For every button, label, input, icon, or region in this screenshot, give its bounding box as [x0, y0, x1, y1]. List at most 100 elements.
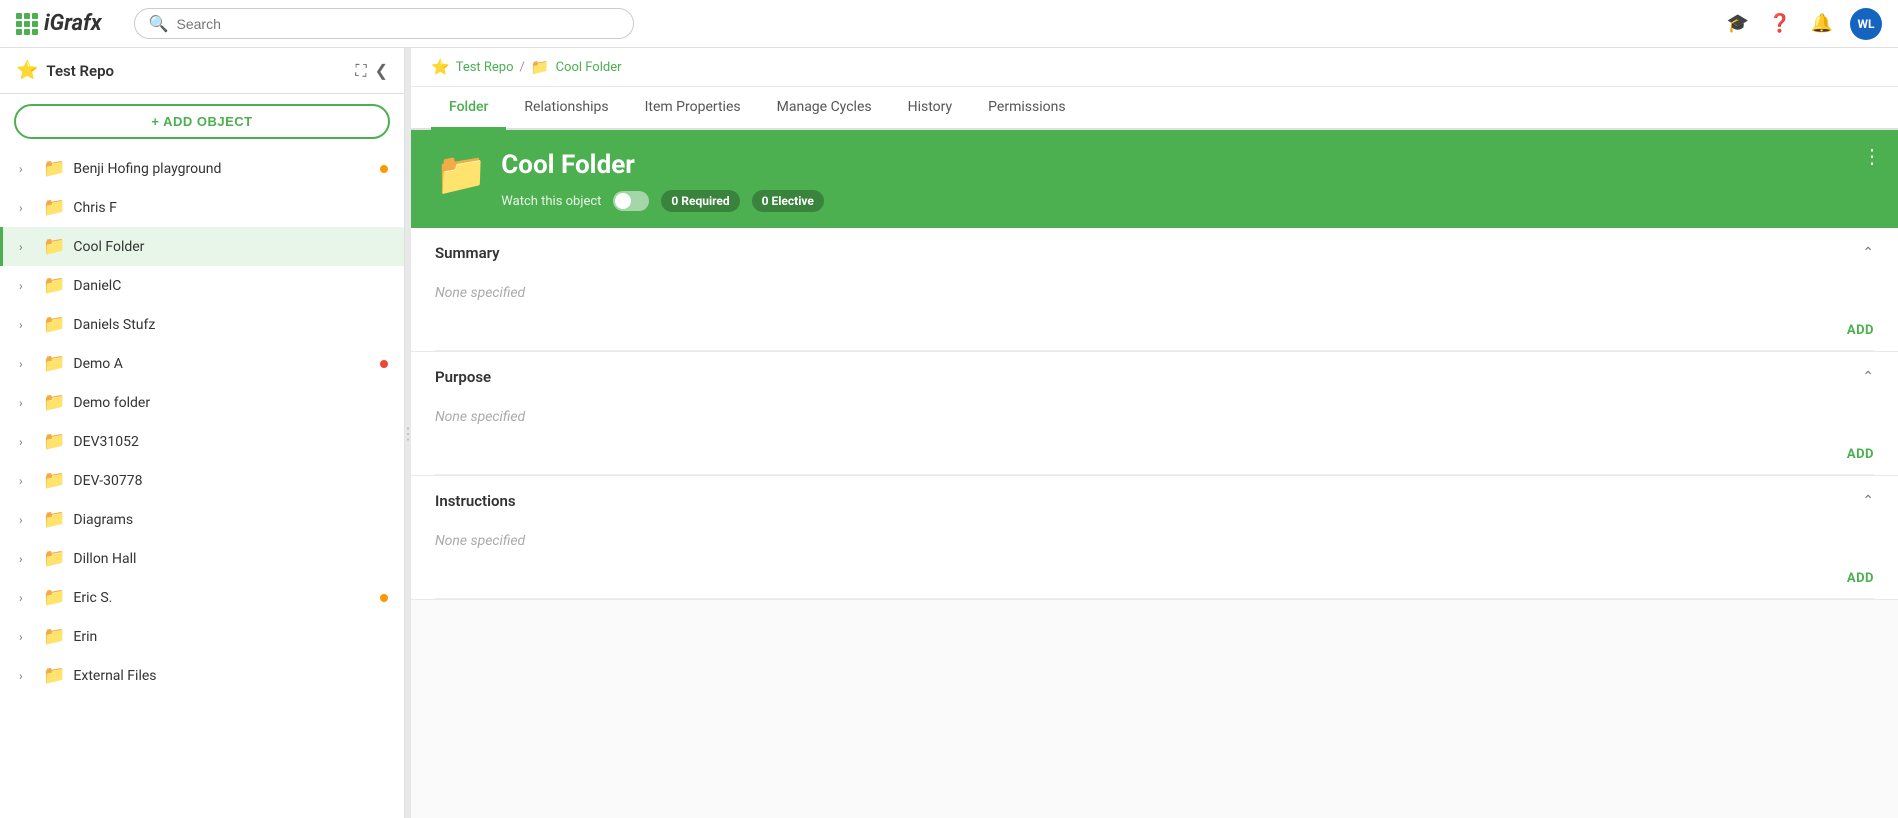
chevron-icon: ›	[19, 552, 33, 566]
breadcrumb-repo-icon: ⭐	[431, 58, 450, 76]
item-label: Dillon Hall	[73, 551, 388, 567]
sidebar-repo-name: Test Repo	[46, 62, 347, 80]
item-label: Demo A	[73, 356, 372, 372]
item-label: Cool Folder	[73, 239, 388, 255]
folder-icon: 📁	[43, 158, 65, 179]
chevron-icon: ›	[19, 591, 33, 605]
required-badge[interactable]: 0 Required	[661, 190, 739, 212]
section-none-purpose: None specified	[435, 409, 525, 425]
elective-badge[interactable]: 0 Elective	[752, 190, 824, 212]
folder-icon: 📁	[43, 626, 65, 647]
add-link-purpose[interactable]: ADD	[1847, 447, 1874, 462]
section-divider-summary	[435, 350, 1874, 351]
graduation-cap-icon[interactable]: 🎓	[1724, 10, 1752, 38]
more-options-icon[interactable]: ⋮	[1862, 144, 1882, 168]
chevron-icon: ›	[19, 474, 33, 488]
folder-icon: 📁	[43, 353, 65, 374]
status-dot	[380, 360, 388, 368]
add-link-instructions[interactable]: ADD	[1847, 571, 1874, 586]
item-label: External Files	[73, 668, 388, 684]
tab-history[interactable]: History	[890, 87, 971, 130]
sidebar-item-demoa[interactable]: › 📁 Demo A	[0, 344, 404, 383]
banner-folder-icon: 📁	[435, 150, 487, 199]
breadcrumb-folder-icon: 📁	[531, 58, 550, 76]
sidebar-item-chrisf[interactable]: › 📁 Chris F	[0, 188, 404, 227]
sidebar-header: ⭐ Test Repo ⛶ ❮	[0, 48, 404, 94]
sections-container: Summary ⌃ None specified ADD Purpose ⌃ N…	[411, 228, 1898, 600]
object-title: Cool Folder	[501, 150, 1874, 180]
sidebar-item-demofolder[interactable]: › 📁 Demo folder	[0, 383, 404, 422]
notifications-icon[interactable]: 🔔	[1808, 10, 1836, 38]
banner-meta: Watch this object 0 Required 0 Elective	[501, 190, 1874, 212]
section-none-instructions: None specified	[435, 533, 525, 549]
sidebar-item-diagrams[interactable]: › 📁 Diagrams	[0, 500, 404, 539]
add-object-button[interactable]: + ADD OBJECT	[14, 104, 390, 139]
sidebar-item-dillonhall[interactable]: › 📁 Dillon Hall	[0, 539, 404, 578]
sidebar-item-coolfolder[interactable]: › 📁 Cool Folder	[0, 227, 404, 266]
sidebar-item-danielsstufz[interactable]: › 📁 Daniels Stufz	[0, 305, 404, 344]
sidebar-item-dev30778[interactable]: › 📁 DEV-30778	[0, 461, 404, 500]
content-body: 📁 Cool Folder Watch this object 0 Requir…	[411, 130, 1898, 818]
sidebar-item-dev31052[interactable]: › 📁 DEV31052	[0, 422, 404, 461]
nav-icons: 🎓 ❓ 🔔 WL	[1724, 8, 1882, 40]
folder-icon: 📁	[43, 665, 65, 686]
folder-icon: 📁	[43, 314, 65, 335]
section-add-purpose: ADD	[411, 441, 1898, 474]
folder-icon: 📁	[43, 236, 65, 257]
sidebar-item-danielc[interactable]: › 📁 DanielC	[0, 266, 404, 305]
section-title-instructions: Instructions	[435, 492, 516, 510]
chevron-icon: ›	[19, 513, 33, 527]
folder-icon: 📁	[43, 548, 65, 569]
sidebar-list: › 📁 Benji Hofing playground › 📁 Chris F …	[0, 149, 404, 818]
tab-permissions[interactable]: Permissions	[970, 87, 1083, 130]
item-label: Chris F	[73, 200, 388, 216]
section-add-instructions: ADD	[411, 565, 1898, 598]
watch-toggle[interactable]	[613, 191, 649, 211]
section-divider-purpose	[435, 474, 1874, 475]
section-header-summary[interactable]: Summary ⌃	[411, 228, 1898, 278]
add-link-summary[interactable]: ADD	[1847, 323, 1874, 338]
section-content-purpose: None specified	[411, 402, 1898, 441]
collapse-icon[interactable]: ❮	[375, 61, 388, 81]
item-label: DanielC	[73, 278, 388, 294]
tabs: FolderRelationshipsItem PropertiesManage…	[411, 87, 1898, 130]
tab-folder[interactable]: Folder	[431, 87, 506, 130]
section-chevron-instructions: ⌃	[1862, 493, 1874, 509]
item-label: Diagrams	[73, 512, 388, 528]
breadcrumb-current[interactable]: Cool Folder	[556, 60, 622, 75]
item-label: Daniels Stufz	[73, 317, 388, 333]
folder-icon: 📁	[43, 431, 65, 452]
chevron-icon: ›	[19, 357, 33, 371]
user-avatar[interactable]: WL	[1850, 8, 1882, 40]
section-header-purpose[interactable]: Purpose ⌃	[411, 352, 1898, 402]
sidebar-item-erin[interactable]: › 📁 Erin	[0, 617, 404, 656]
section-summary: Summary ⌃ None specified ADD	[411, 228, 1898, 352]
section-title-purpose: Purpose	[435, 368, 491, 386]
section-title-summary: Summary	[435, 244, 500, 262]
tab-item-properties[interactable]: Item Properties	[627, 87, 759, 130]
sidebar-item-benji[interactable]: › 📁 Benji Hofing playground	[0, 149, 404, 188]
chevron-icon: ›	[19, 279, 33, 293]
chevron-icon: ›	[19, 669, 33, 683]
sidebar-item-erics[interactable]: › 📁 Eric S.	[0, 578, 404, 617]
chevron-icon: ›	[19, 396, 33, 410]
app-logo[interactable]: iGrafx	[16, 11, 102, 36]
section-content-instructions: None specified	[411, 526, 1898, 565]
item-label: DEV-30778	[73, 473, 388, 489]
folder-icon: 📁	[43, 275, 65, 296]
chevron-icon: ›	[19, 240, 33, 254]
search-bar[interactable]: 🔍	[134, 8, 634, 39]
breadcrumb-repo[interactable]: Test Repo	[456, 60, 514, 75]
section-header-instructions[interactable]: Instructions ⌃	[411, 476, 1898, 526]
section-purpose: Purpose ⌃ None specified ADD	[411, 352, 1898, 476]
section-chevron-summary: ⌃	[1862, 245, 1874, 261]
search-input[interactable]	[177, 16, 619, 32]
help-icon[interactable]: ❓	[1766, 10, 1794, 38]
tab-relationships[interactable]: Relationships	[506, 87, 626, 130]
top-nav: iGrafx 🔍 🎓 ❓ 🔔 WL	[0, 0, 1898, 48]
sidebar-item-externalfiles[interactable]: › 📁 External Files	[0, 656, 404, 695]
sidebar: ⭐ Test Repo ⛶ ❮ + ADD OBJECT › 📁 Benji H…	[0, 48, 405, 818]
chevron-icon: ›	[19, 630, 33, 644]
expand-icon[interactable]: ⛶	[355, 61, 366, 81]
tab-manage-cycles[interactable]: Manage Cycles	[759, 87, 890, 130]
